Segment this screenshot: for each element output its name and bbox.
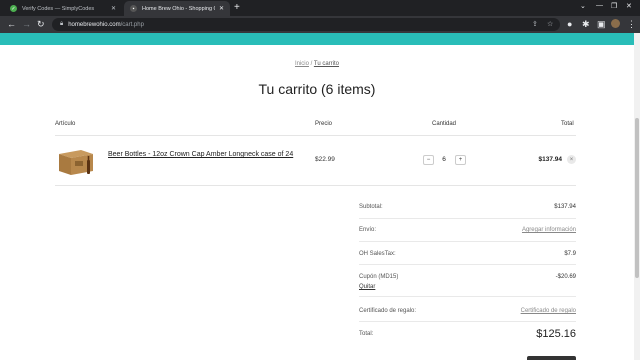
summary-divider xyxy=(359,241,576,242)
quantity-value[interactable]: 6 xyxy=(439,156,449,163)
sidebar-icon[interactable]: ▣ xyxy=(597,18,606,31)
chevron-down-icon[interactable]: ⌄ xyxy=(580,2,586,10)
summary-divider xyxy=(359,321,576,322)
remove-coupon-link[interactable]: Quitar xyxy=(359,284,375,290)
product-image[interactable] xyxy=(57,146,95,176)
table-divider xyxy=(55,185,576,186)
extension-circle-icon[interactable]: ● xyxy=(567,18,572,31)
forward-icon[interactable]: → xyxy=(22,18,31,31)
lock-icon[interactable]: 🔒︎ xyxy=(60,21,63,28)
browser-tab-bar: ✓ Verify Codes — SimplyCodes ✕ ▪ Home Br… xyxy=(0,0,640,16)
close-tab-icon[interactable]: ✕ xyxy=(111,5,116,12)
breadcrumb-current: Tu carrito xyxy=(313,61,340,67)
gift-certificate-link[interactable]: Certificado de regalo xyxy=(521,308,576,314)
puzzle-icon[interactable]: ✱ xyxy=(582,18,590,31)
url-host: homebrewohio.com xyxy=(68,21,121,28)
browser-tab-simplycodes[interactable]: ✓ Verify Codes — SimplyCodes ✕ xyxy=(4,1,122,16)
quantity-increment-button[interactable]: + xyxy=(455,155,466,165)
address-bar[interactable]: 🔒︎ homebrewohio.com /cart.php ⇪ ☆ xyxy=(52,18,560,31)
coupon-label: Cupón (MD15) xyxy=(359,274,399,280)
new-tab-button[interactable]: + xyxy=(234,2,240,14)
shipping-label: Envío: xyxy=(359,227,377,233)
subtotal-value: $137.94 xyxy=(554,204,576,210)
column-header-total: Total xyxy=(561,121,574,127)
page-title: Tu carrito (6 items) xyxy=(258,81,376,97)
minimize-icon[interactable]: — xyxy=(596,2,603,9)
add-shipping-info-link[interactable]: Agregar información xyxy=(522,227,576,233)
maximize-icon[interactable]: ❐ xyxy=(611,2,617,10)
quantity-decrement-button[interactable]: − xyxy=(423,155,434,165)
summary-divider xyxy=(359,218,576,219)
tax-value: $7.9 xyxy=(564,251,576,257)
share-icon[interactable]: ⇪ xyxy=(532,18,538,31)
store-icon: ▪ xyxy=(130,5,137,12)
remove-item-button[interactable]: × xyxy=(567,155,576,164)
column-header-quantity: Cantidad xyxy=(432,121,457,127)
product-name-link[interactable]: Beer Bottles - 12oz Crown Cap Amber Long… xyxy=(108,150,308,160)
browser-toolbar: ← → ↻ 🔒︎ homebrewohio.com /cart.php ⇪ ☆ … xyxy=(0,16,640,33)
breadcrumb: Inicio / Tu carrito xyxy=(0,61,634,67)
tab-title: Verify Codes — SimplyCodes xyxy=(22,5,95,12)
gift-certificate-label: Certificado de regalo: xyxy=(359,308,417,314)
page-scrollbar[interactable] xyxy=(634,33,640,360)
check-circle-icon: ✓ xyxy=(10,5,17,12)
scrollbar-thumb[interactable] xyxy=(635,118,639,278)
browser-tab-homebrew[interactable]: ▪ Home Brew Ohio - Shopping Cart ✕ xyxy=(124,1,230,16)
bookmark-star-icon[interactable]: ☆ xyxy=(547,18,553,31)
breadcrumb-separator: / xyxy=(310,61,313,67)
column-header-item: Artículo xyxy=(55,121,76,127)
close-window-icon[interactable]: ✕ xyxy=(626,2,632,10)
product-price: $22.99 xyxy=(315,156,335,163)
tab-title: Home Brew Ohio - Shopping Cart xyxy=(142,5,215,12)
checkout-button[interactable] xyxy=(527,356,576,360)
breadcrumb-home-link[interactable]: Inicio xyxy=(295,61,309,67)
back-icon[interactable]: ← xyxy=(7,18,16,31)
table-divider xyxy=(55,135,576,136)
close-tab-icon[interactable]: ✕ xyxy=(219,5,224,12)
grand-total-value: $125.16 xyxy=(536,328,576,340)
reload-icon[interactable]: ↻ xyxy=(37,18,45,31)
tax-label: OH SalesTax: xyxy=(359,251,396,257)
coupon-value: -$20.69 xyxy=(555,274,576,280)
summary-divider xyxy=(359,296,576,297)
url-path: /cart.php xyxy=(120,21,144,28)
profile-avatar[interactable] xyxy=(611,19,620,28)
summary-divider xyxy=(359,264,576,265)
column-header-price: Precio xyxy=(315,121,333,127)
total-label: Total: xyxy=(359,331,374,337)
line-total: $137.94 xyxy=(538,156,563,163)
menu-dots-icon[interactable]: ⋮ xyxy=(627,18,636,31)
subtotal-label: Subtotal: xyxy=(359,204,383,210)
site-header-bar xyxy=(0,33,634,45)
